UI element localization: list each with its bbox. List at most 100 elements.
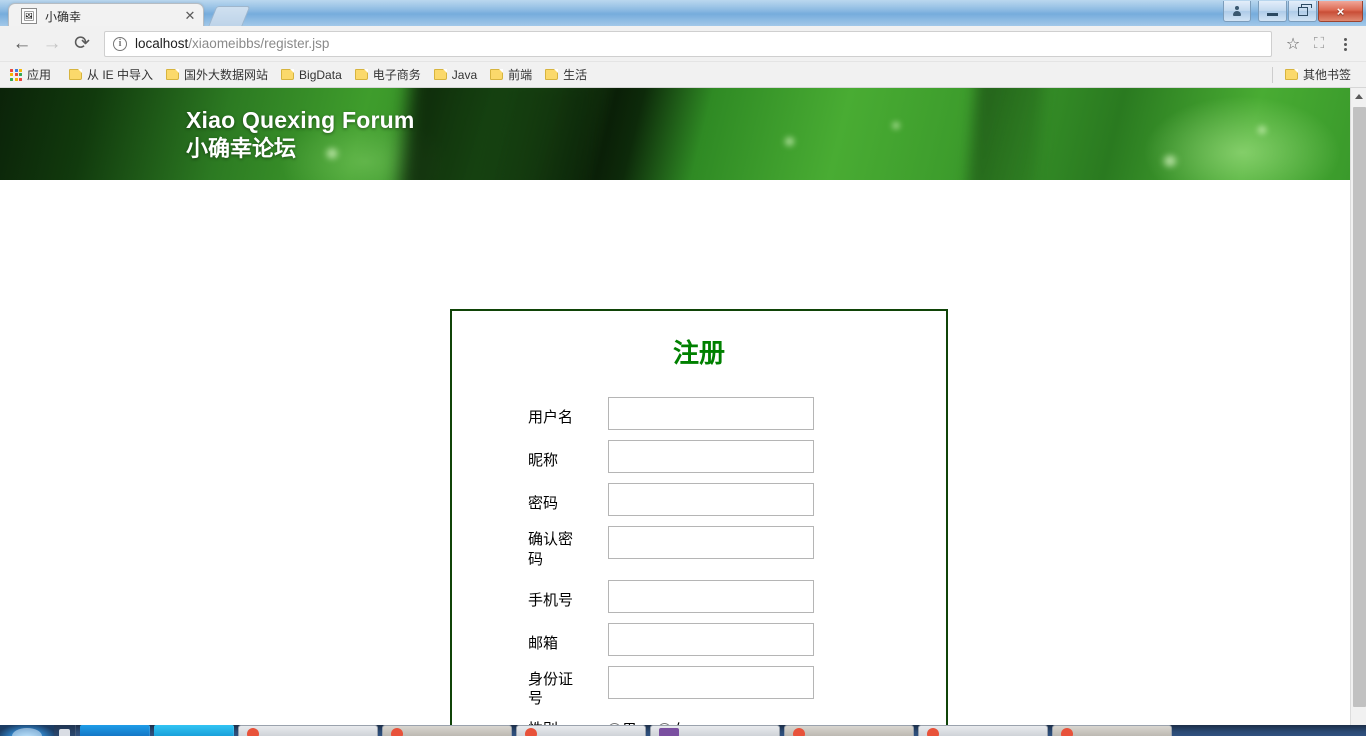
scrollbar-up-arrow[interactable]: [1351, 88, 1366, 105]
window-title-bar: ×: [0, 0, 1366, 26]
folder-icon: [433, 69, 447, 80]
water-drop-decoration: [1255, 124, 1268, 135]
form-row-confirm-password: 确认密码: [452, 526, 946, 570]
email-label: 邮箱: [528, 634, 559, 652]
user-account-button[interactable]: [1223, 1, 1251, 22]
taskbar-window-item[interactable]: [650, 725, 780, 736]
bookmark-label: BigData: [299, 67, 342, 82]
idcard-label: 身份证号: [528, 670, 574, 708]
taskbar-window-icon: [659, 728, 679, 736]
bookmark-label: Java: [451, 67, 478, 82]
apps-shortcut-button[interactable]: 应用: [6, 64, 55, 85]
taskbar-window-icon: [793, 728, 805, 736]
phone-label: 手机号: [528, 591, 574, 609]
folder-icon: [281, 69, 295, 80]
site-banner-title: Xiao Quexing Forum 小确幸论坛: [186, 106, 415, 164]
bookmark-item-frontend[interactable]: 前端: [486, 64, 538, 85]
window-controls: ×: [1223, 1, 1364, 22]
url-host: localhost: [135, 36, 189, 51]
form-row-email: 邮箱: [452, 622, 946, 656]
email-field[interactable]: [608, 622, 814, 656]
taskbar-window-icon: [1061, 728, 1073, 736]
registration-form: 注册 用户名 昵称 密码 确认密码 手机号 邮箱 身份证号: [450, 309, 948, 736]
leaf-vein-decoration: [965, 88, 1047, 180]
scrollbar-thumb[interactable]: [1353, 107, 1366, 707]
forward-button[interactable]: →: [38, 30, 66, 58]
browser-tab-active[interactable]: 🖼 小确幸 ✕: [8, 3, 204, 28]
bookmark-item-bigdata[interactable]: BigData: [277, 66, 348, 84]
page-content: 注册 用户名 昵称 密码 确认密码 手机号 邮箱 身份证号: [0, 180, 1350, 736]
url-path: /xiaomeibbs/register.jsp: [188, 36, 330, 51]
restore-button[interactable]: [1288, 1, 1317, 22]
folder-icon: [1284, 69, 1298, 80]
password-label: 密码: [528, 495, 559, 512]
folder-icon: [354, 69, 368, 80]
username-field[interactable]: [608, 397, 814, 430]
tab-close-icon[interactable]: ✕: [183, 9, 197, 23]
menu-dot: [1343, 48, 1347, 51]
water-drop-decoration: [783, 135, 796, 147]
bookmark-star-icon[interactable]: ☆: [1280, 34, 1306, 54]
taskbar-window-icon: [927, 728, 939, 736]
bookmark-item-ie-import[interactable]: 从 IE 中导入: [65, 64, 159, 85]
bookmark-item-java[interactable]: Java: [430, 66, 483, 84]
close-icon: ×: [1336, 3, 1345, 19]
bookmark-label: 生活: [563, 68, 588, 82]
form-row-phone: 手机号: [452, 579, 946, 613]
minimize-button[interactable]: [1258, 1, 1287, 22]
folder-icon: [166, 69, 180, 80]
taskbar-window-icon: [391, 728, 403, 736]
password-field[interactable]: [608, 483, 814, 516]
taskbar-window-icon: [247, 728, 259, 736]
minimize-icon: [1267, 12, 1278, 16]
form-title: 注册: [672, 338, 725, 368]
idcard-field[interactable]: [608, 665, 814, 699]
taskbar-window-item[interactable]: [516, 725, 646, 736]
page-scrollbar[interactable]: [1350, 88, 1366, 736]
taskbar-window-item[interactable]: [238, 725, 378, 736]
bookmarks-bar-right: 其他书签: [1264, 64, 1360, 85]
taskbar-quicklaunch-item[interactable]: [54, 725, 76, 736]
leaf-vein-decoration: [398, 88, 601, 180]
other-bookmarks-button[interactable]: 其他书签: [1281, 64, 1357, 85]
start-button[interactable]: [0, 725, 54, 736]
taskbar-window-item[interactable]: [784, 725, 914, 736]
confirm-password-label: 确认密码: [528, 531, 574, 568]
menu-dot: [1343, 38, 1347, 41]
form-row-username: 用户名: [452, 397, 946, 430]
taskbar-window-item[interactable]: [918, 725, 1048, 736]
site-info-icon[interactable]: i: [113, 36, 127, 51]
chevron-up-icon: [1355, 94, 1363, 99]
back-button[interactable]: ←: [8, 30, 36, 58]
apps-grid-icon: [10, 68, 22, 81]
nickname-field[interactable]: [608, 440, 814, 473]
taskbar-window-item[interactable]: [1052, 725, 1172, 736]
taskbar-app-item[interactable]: [154, 725, 234, 736]
other-bookmarks-label: 其他书签: [1302, 68, 1351, 82]
address-bar[interactable]: i localhost/xiaomeibbs/register.jsp: [104, 30, 1272, 57]
taskbar-app-item[interactable]: [80, 725, 150, 736]
extension-icon[interactable]: ⛶: [1306, 35, 1332, 52]
bookmark-label: 电子商务: [372, 68, 421, 82]
bookmark-label: 前端: [508, 68, 533, 82]
reload-button[interactable]: ⟳: [68, 30, 96, 58]
confirm-password-field[interactable]: [608, 526, 814, 559]
site-banner: Xiao Quexing Forum 小确幸论坛: [0, 88, 1350, 180]
folder-icon: [490, 69, 504, 80]
close-button[interactable]: ×: [1318, 1, 1363, 22]
bookmark-item-life[interactable]: 生活: [541, 64, 593, 85]
water-drop-decoration: [891, 121, 901, 131]
banner-title-en: Xiao Quexing Forum: [186, 107, 415, 133]
browser-toolbar: ← → ⟳ i localhost/xiaomeibbs/register.js…: [0, 26, 1366, 62]
bookmark-label: 国外大数据网站: [184, 68, 269, 82]
bookmark-item-bigdata-sites[interactable]: 国外大数据网站: [162, 64, 274, 85]
titlebar-glass: [0, 0, 1366, 26]
folder-icon: [69, 69, 83, 80]
chrome-menu-icon[interactable]: [1332, 34, 1358, 53]
taskbar-window-item[interactable]: [382, 725, 512, 736]
form-row-nickname: 昵称: [452, 440, 946, 473]
phone-field[interactable]: [608, 579, 814, 613]
bookmark-item-ecommerce[interactable]: 电子商务: [351, 64, 427, 85]
restore-icon: [1297, 4, 1312, 16]
windows-taskbar: [0, 725, 1366, 736]
